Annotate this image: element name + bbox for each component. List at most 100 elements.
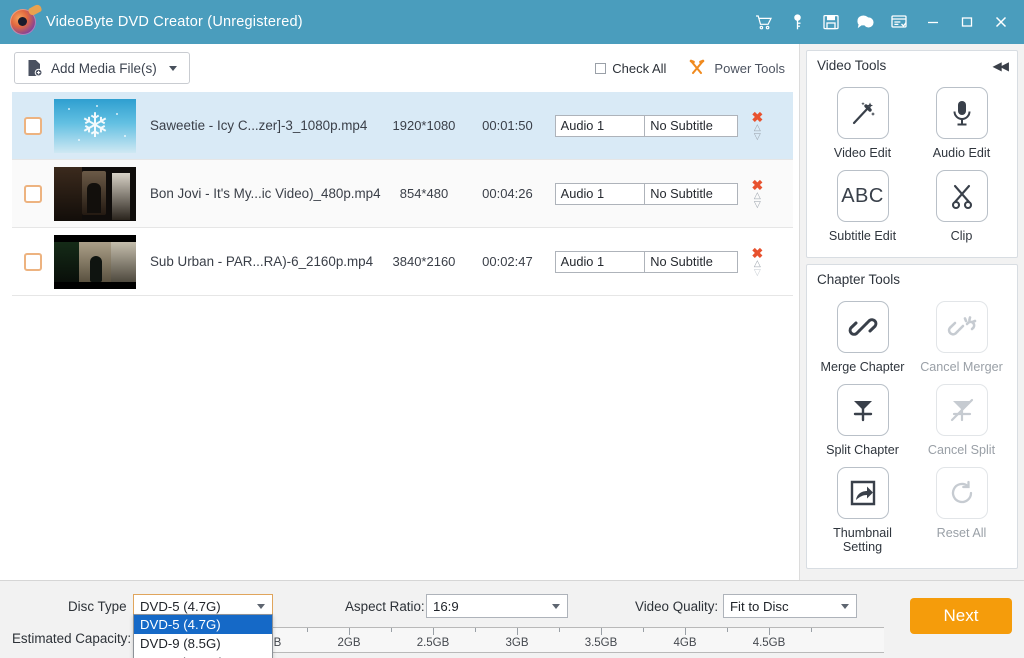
chevron-down-icon (841, 603, 849, 609)
window-title: VideoByte DVD Creator (Unregistered) (46, 14, 303, 30)
row-resolution: 1920*1080 (392, 118, 456, 133)
scissors-icon (935, 170, 988, 222)
row-remove-icon[interactable]: ✖ (752, 246, 764, 260)
row-resolution: 3840*2160 (392, 254, 456, 269)
cancel-split-icon (935, 384, 988, 436)
video-quality-select[interactable]: Fit to Disc (723, 594, 857, 618)
tool-thumbnail-setting[interactable]: Thumbnail Setting (813, 461, 912, 558)
power-tools-label: Power Tools (714, 60, 785, 76)
row-move-down-icon[interactable]: ▽ (754, 199, 761, 208)
check-all-control[interactable]: Check All (595, 61, 666, 76)
tool-subtitle-edit[interactable]: ABC Subtitle Edit (813, 164, 912, 247)
row-thumbnail: ❄ (54, 98, 136, 153)
row-duration: 00:04:26 (482, 186, 533, 201)
abc-icon: ABC (836, 170, 889, 222)
ruler-tick-label: 3.5GB (584, 637, 618, 649)
collapse-left-icon[interactable]: ◀◀ (993, 59, 1010, 73)
check-all-checkbox[interactable] (595, 62, 607, 74)
tool-label: Thumbnail Setting (833, 526, 892, 554)
app-logo-icon (10, 9, 36, 35)
ruler-tick-label: 2.5GB (416, 637, 450, 649)
chapter-tools-header: Chapter Tools (807, 265, 1017, 289)
chevron-down-icon (552, 603, 560, 609)
capacity-ruler: 1GB 1.5GB 2GB 2.5GB 3GB 3.5GB 4GB 4.5GB (169, 627, 884, 653)
register-icon[interactable] (822, 13, 840, 31)
row-duration: 00:02:47 (482, 254, 533, 269)
row-move-down-icon[interactable]: ▽ (754, 267, 761, 276)
tool-label: Reset All (936, 526, 987, 540)
tool-audio-edit[interactable]: Audio Edit (912, 81, 1011, 164)
aspect-ratio-select[interactable]: 16:9 (426, 594, 568, 618)
dropdown-option[interactable]: DVD-9 (8.5G) (134, 634, 272, 653)
row-audio-select[interactable]: Audio 1 (554, 250, 646, 273)
tool-merge-chapter[interactable]: Merge Chapter (813, 295, 912, 378)
row-remove-icon[interactable]: ✖ (752, 110, 764, 124)
row-move-up-icon[interactable]: △ (754, 190, 761, 199)
tool-label: Cancel Split (927, 443, 996, 457)
disc-type-dropdown[interactable]: DVD-5 (4.7G) DVD-9 (8.5G) BD-25 (25GB) (133, 614, 273, 658)
chapter-tools-card: Chapter Tools Merge Chapter Cancel Merge… (806, 264, 1018, 569)
window-controls (754, 13, 1014, 31)
video-tools-grid: Video Edit Audio Edit ABC Subtitle Edit … (807, 75, 1017, 257)
row-actions: ✖ △ ▽ (738, 178, 793, 209)
feedback-icon[interactable] (856, 13, 874, 31)
row-thumbnail (54, 166, 136, 221)
row-subtitle-select[interactable]: No Subtitle (645, 114, 738, 137)
file-list[interactable]: ❄ Saweetie - Icy C...zer]-3_1080p.mp4 19… (12, 92, 793, 580)
estimated-capacity-label: Estimated Capacity: (12, 631, 132, 646)
app-window: VideoByte DVD Creator (Unregistered) Add… (0, 0, 1024, 658)
video-quality-label: Video Quality: (635, 598, 719, 614)
add-media-button[interactable]: Add Media File(s) (14, 52, 190, 84)
dropdown-option[interactable]: DVD-5 (4.7G) (134, 615, 272, 634)
minimize-button[interactable] (924, 13, 942, 31)
row-filename: Saweetie - Icy C...zer]-3_1080p.mp4 (150, 118, 368, 133)
key-icon[interactable] (788, 13, 806, 31)
video-tools-card: Video Tools ◀◀ Video Edit Audio Edit ABC… (806, 50, 1018, 258)
power-tools-button[interactable]: Power Tools (688, 58, 785, 79)
dropdown-option[interactable]: BD-25 (25GB) (134, 653, 272, 658)
row-subtitle-select[interactable]: No Subtitle (645, 250, 738, 273)
table-row[interactable]: Bon Jovi - It's My...ic Video)_480p.mp4 … (12, 160, 793, 228)
magic-wand-icon (836, 87, 889, 139)
row-actions: ✖ △ ▽ (738, 110, 793, 141)
tool-label: Audio Edit (932, 146, 991, 160)
tool-label: Subtitle Edit (828, 229, 897, 243)
disc-type-label: Disc Type (68, 598, 127, 614)
ruler-tick-label: 4.5GB (752, 637, 786, 649)
next-button[interactable]: Next (910, 598, 1012, 634)
table-row[interactable]: Sub Urban - PAR...RA)-6_2160p.mp4 3840*2… (12, 228, 793, 296)
add-media-label: Add Media File(s) (51, 60, 157, 76)
close-button[interactable] (992, 13, 1010, 31)
row-remove-icon[interactable]: ✖ (752, 178, 764, 192)
microphone-icon (935, 87, 988, 139)
row-subtitle-select[interactable]: No Subtitle (645, 182, 738, 205)
maximize-button[interactable] (958, 13, 976, 31)
chapter-tools-grid: Merge Chapter Cancel Merger Split Chapte… (807, 289, 1017, 568)
row-audio-select[interactable]: Audio 1 (554, 114, 646, 137)
title-bar: VideoByte DVD Creator (Unregistered) (0, 0, 1024, 44)
row-checkbox[interactable] (24, 252, 42, 271)
row-actions: ✖ △ ▽ (738, 246, 793, 277)
row-duration: 00:01:50 (482, 118, 533, 133)
row-checkbox[interactable] (24, 184, 42, 203)
snowflake-icon: ❄ (80, 106, 110, 145)
row-audio-select[interactable]: Audio 1 (554, 182, 646, 205)
ruler-tick-label: 4GB (673, 637, 697, 649)
broken-link-icon (935, 301, 988, 353)
cart-icon[interactable] (754, 13, 772, 31)
file-toolbar: Add Media File(s) Check All Power Tools (0, 44, 799, 92)
check-all-label: Check All (612, 60, 667, 76)
disc-type-value: DVD-5 (4.7G) (140, 598, 221, 614)
tool-split-chapter[interactable]: Split Chapter (813, 378, 912, 461)
tool-video-edit[interactable]: Video Edit (813, 81, 912, 164)
tool-clip[interactable]: Clip (912, 164, 1011, 247)
aspect-ratio-value: 16:9 (433, 598, 459, 614)
log-icon[interactable] (890, 13, 908, 31)
chevron-down-icon (257, 603, 265, 609)
power-tools-icon (688, 58, 706, 79)
row-checkbox[interactable] (24, 116, 42, 135)
row-move-up-icon[interactable]: △ (754, 122, 761, 131)
row-move-down-icon[interactable]: ▽ (754, 131, 761, 140)
row-move-up-icon[interactable]: △ (754, 258, 761, 267)
table-row[interactable]: ❄ Saweetie - Icy C...zer]-3_1080p.mp4 19… (12, 92, 793, 160)
